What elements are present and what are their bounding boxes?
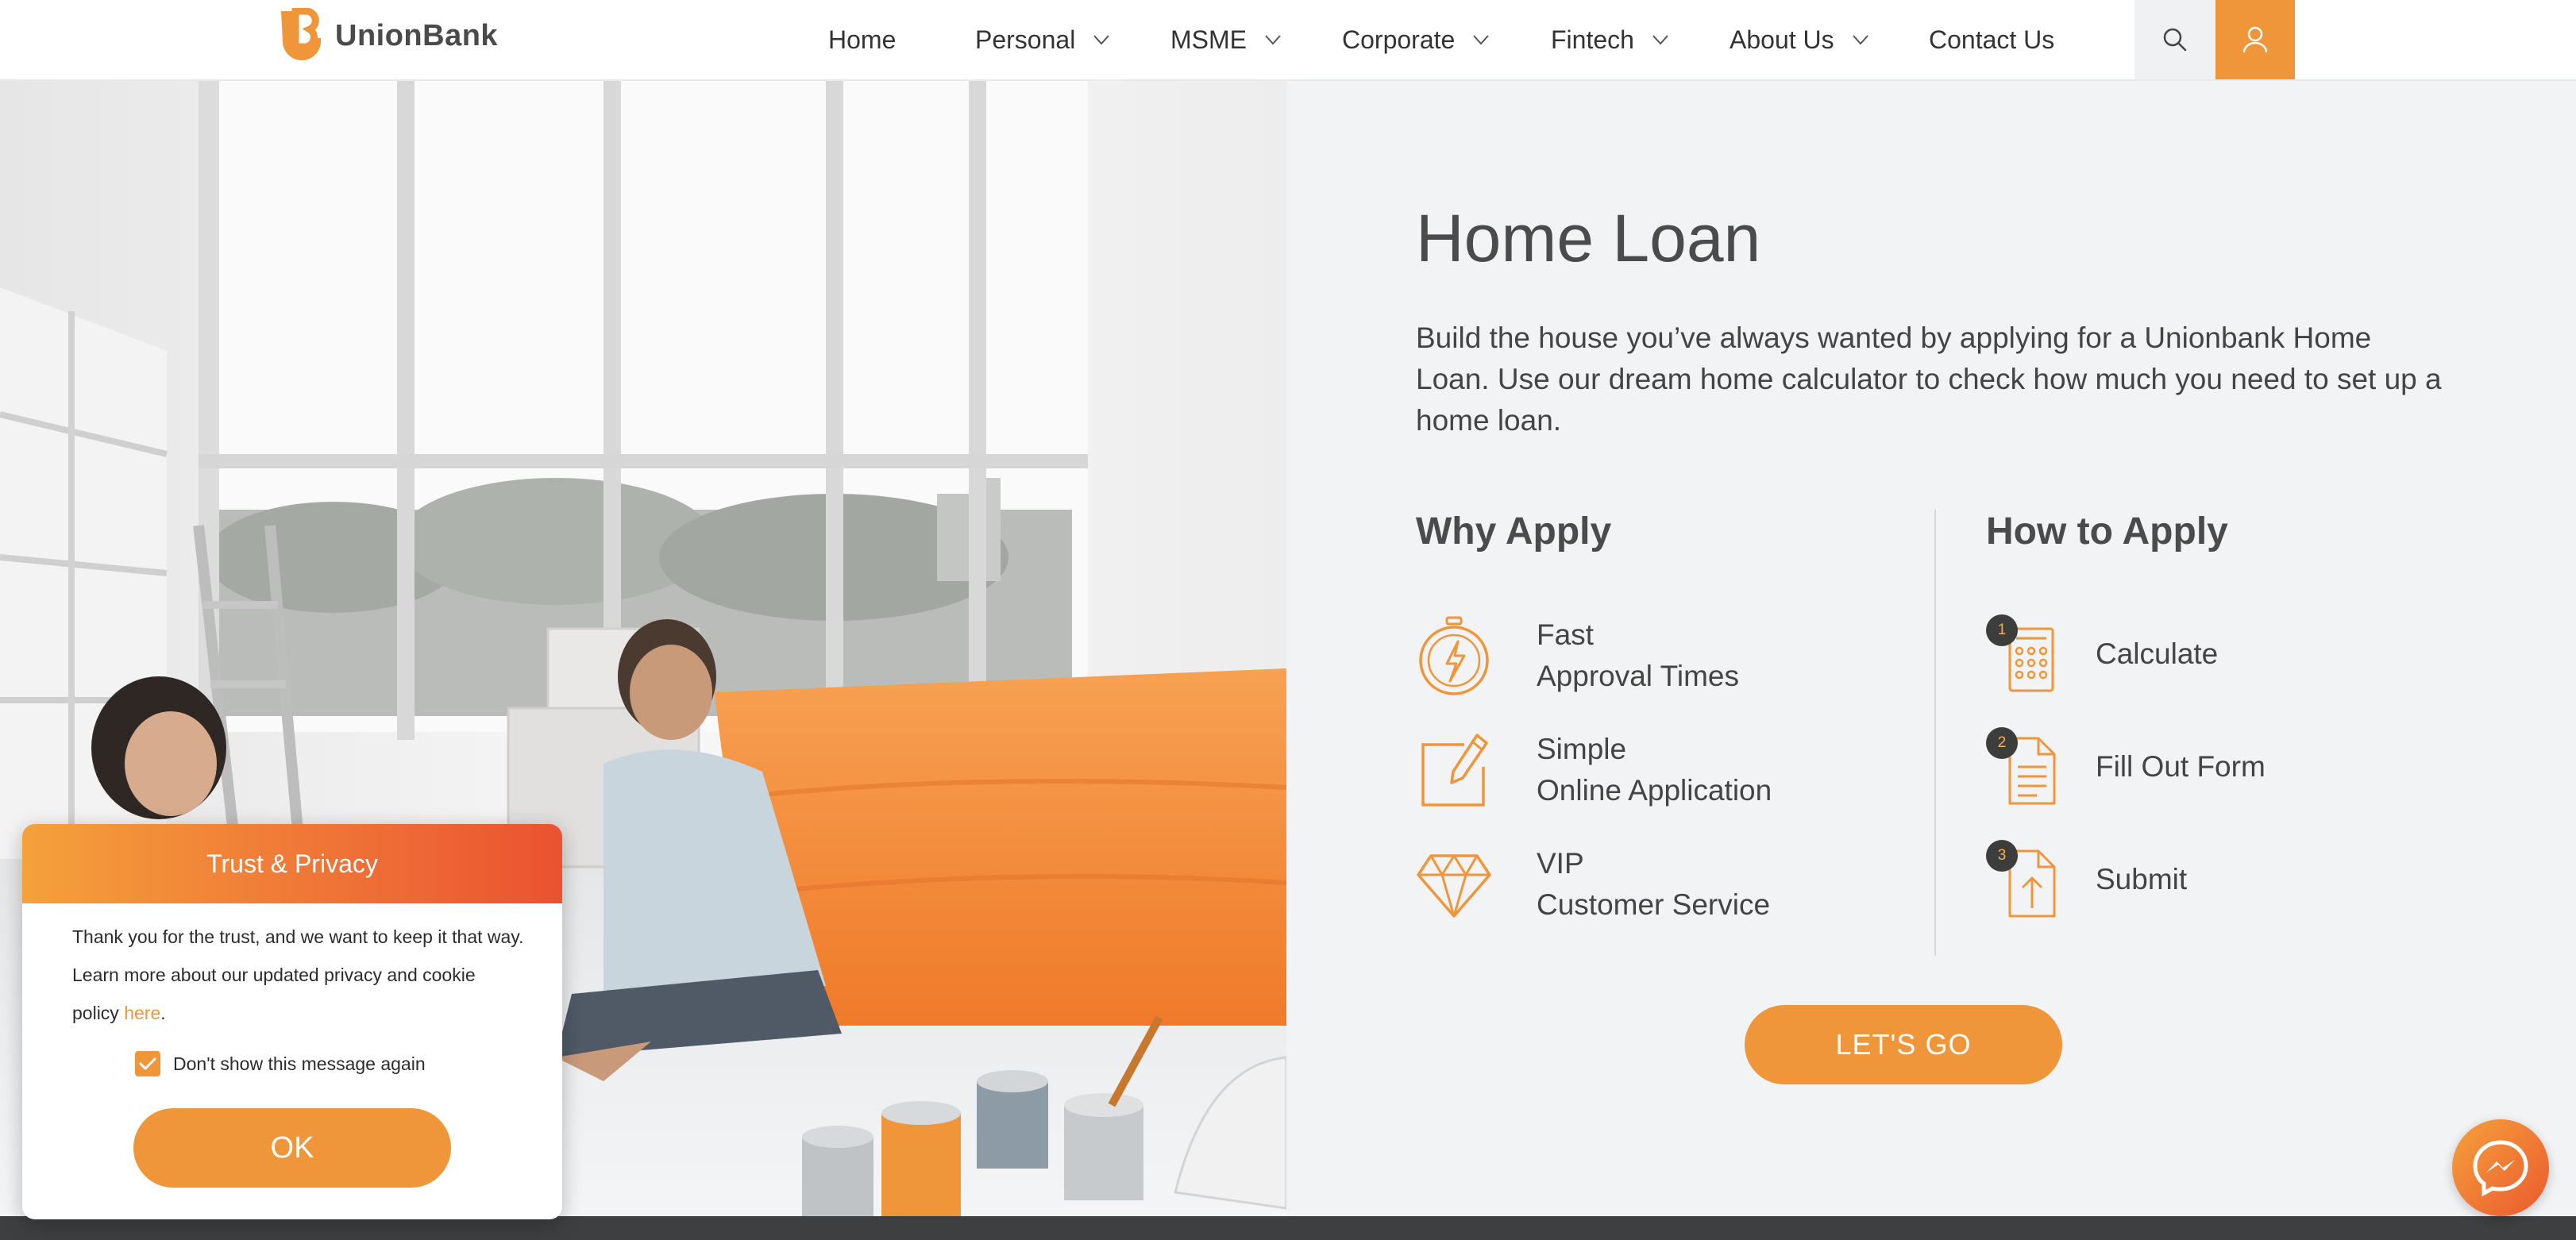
step-number-badge: 1 bbox=[1986, 614, 2018, 646]
account-button[interactable] bbox=[2215, 0, 2295, 79]
nav-item-personal[interactable]: Personal bbox=[975, 0, 1110, 79]
messenger-icon bbox=[2473, 1140, 2528, 1197]
why-item-line1: Simple bbox=[1537, 733, 1627, 765]
search-button[interactable] bbox=[2134, 0, 2215, 79]
how-step-label: Calculate bbox=[2096, 637, 2219, 670]
how-step-calculate: 1 Calculate bbox=[1986, 614, 2218, 694]
brand-name: UnionBank bbox=[335, 18, 499, 52]
dialog-message-end: . bbox=[160, 1003, 166, 1023]
nav-item-label: Home bbox=[828, 25, 897, 54]
why-item-vip-service: VIP Customer Service bbox=[1416, 843, 1770, 926]
why-item-text: Simple Online Application bbox=[1537, 729, 1772, 811]
nav-item-label: Personal bbox=[975, 25, 1076, 54]
chevron-down-icon bbox=[1473, 35, 1490, 45]
chevron-down-icon bbox=[1265, 35, 1281, 45]
why-item-line2: Approval Times bbox=[1537, 660, 1739, 692]
site-header: UnionBank Home Personal MSME Corporate F… bbox=[0, 0, 2576, 81]
why-item-text: VIP Customer Service bbox=[1537, 843, 1770, 926]
user-icon bbox=[2242, 26, 2268, 53]
stopwatch-icon bbox=[1419, 616, 1489, 695]
search-icon bbox=[2163, 28, 2187, 52]
why-item-fast-approval: Fast Approval Times bbox=[1416, 614, 1739, 697]
nav-item-label: Fintech bbox=[1551, 25, 1634, 54]
step-number-badge: 3 bbox=[1986, 840, 2018, 872]
why-item-text: Fast Approval Times bbox=[1537, 614, 1739, 697]
footer-strip bbox=[0, 1216, 2576, 1240]
dialog-header: Trust & Privacy bbox=[22, 824, 562, 903]
chevron-down-icon bbox=[1852, 35, 1868, 45]
how-step-icon: 2 bbox=[1986, 727, 2062, 807]
nav-item-about-us[interactable]: About Us bbox=[1730, 0, 1869, 79]
why-item-line2: Customer Service bbox=[1537, 888, 1771, 921]
unionbank-logo[interactable]: UnionBank bbox=[276, 8, 498, 64]
why-item-line1: Fast bbox=[1537, 618, 1594, 651]
checkbox-label: Don't show this message again bbox=[173, 1053, 426, 1074]
page-title: Home Loan bbox=[1416, 201, 1761, 275]
nav-item-home[interactable]: Home bbox=[828, 0, 896, 79]
page-description: Build the house you’ve always wanted by … bbox=[1416, 322, 2442, 437]
checkmark-icon bbox=[139, 1057, 156, 1070]
nav-item-corporate[interactable]: Corporate bbox=[1342, 0, 1490, 79]
chevron-down-icon bbox=[1093, 35, 1110, 45]
why-item-line1: VIP bbox=[1537, 847, 1584, 880]
nav-item-contact-us[interactable]: Contact Us bbox=[1929, 0, 2054, 79]
privacy-policy-link[interactable]: here bbox=[124, 1003, 160, 1023]
nav-item-label: MSME bbox=[1170, 25, 1247, 54]
why-item-icon bbox=[1416, 730, 1492, 810]
home-loan-panel: Home Loan Build the house you’ve always … bbox=[1286, 81, 2576, 1216]
nav-item-fintech[interactable]: Fintech bbox=[1551, 0, 1669, 79]
dialog-title: Trust & Privacy bbox=[206, 849, 378, 878]
trust-privacy-dialog: Trust & Privacy Thank you for the trust,… bbox=[22, 824, 562, 1219]
how-to-apply-heading: How to Apply bbox=[1986, 510, 2228, 553]
why-item-line2: Online Application bbox=[1537, 774, 1772, 807]
ok-button[interactable]: OK bbox=[133, 1108, 451, 1188]
dialog-message: Thank you for the trust, and we want to … bbox=[72, 918, 525, 1032]
nav-item-label: About Us bbox=[1730, 25, 1834, 54]
how-step-label: Submit bbox=[2096, 863, 2188, 895]
edit-icon bbox=[1421, 734, 1488, 807]
how-step-label: Fill Out Form bbox=[2096, 750, 2266, 783]
how-step-fill-out-form: 2 Fill Out Form bbox=[1986, 727, 2266, 807]
why-item-online-application: Simple Online Application bbox=[1416, 729, 1772, 811]
lets-go-button[interactable]: LET'S GO bbox=[1745, 1005, 2062, 1084]
how-step-icon: 1 bbox=[1986, 614, 2062, 694]
unionbank-logo-mark-icon bbox=[281, 8, 321, 60]
nav-item-msme[interactable]: MSME bbox=[1170, 0, 1282, 79]
why-item-icon bbox=[1416, 845, 1492, 924]
why-item-icon bbox=[1416, 616, 1492, 695]
diamond-icon bbox=[1417, 854, 1491, 918]
chevron-down-icon bbox=[1652, 35, 1668, 45]
dont-show-again-checkbox[interactable] bbox=[135, 1051, 160, 1076]
how-step-icon: 3 bbox=[1986, 840, 2062, 919]
messenger-chat-button[interactable] bbox=[2452, 1119, 2549, 1216]
dont-show-again-row[interactable]: Don't show this message again bbox=[135, 1051, 426, 1076]
how-step-submit: 3 Submit bbox=[1986, 840, 2187, 919]
step-number-badge: 2 bbox=[1986, 727, 2018, 759]
column-divider bbox=[1934, 510, 1936, 956]
nav-item-label: Contact Us bbox=[1929, 25, 2055, 54]
nav-item-label: Corporate bbox=[1342, 25, 1456, 54]
why-apply-heading: Why Apply bbox=[1416, 510, 1612, 553]
